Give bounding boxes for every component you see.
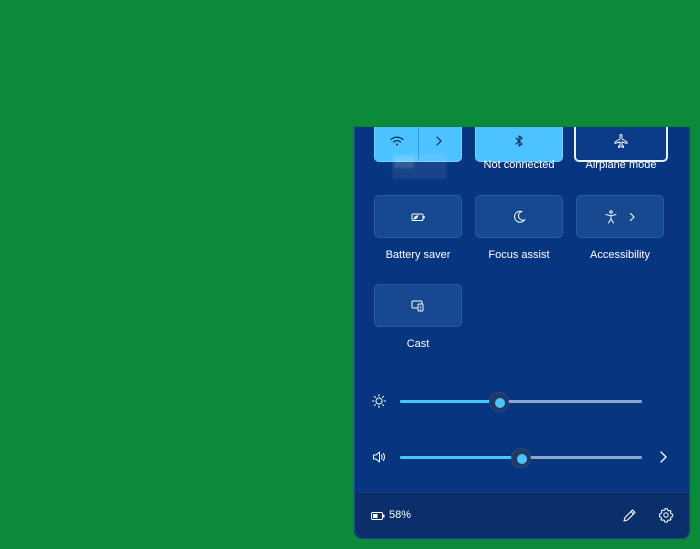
- brightness-slider-fill: [400, 400, 500, 403]
- volume-slider-row: [371, 447, 671, 468]
- battery-saver-tile[interactable]: [374, 195, 462, 238]
- pencil-icon: [623, 509, 636, 522]
- chevron-right-icon: [660, 451, 667, 463]
- volume-slider[interactable]: [400, 448, 642, 468]
- sun-icon: [371, 393, 387, 409]
- moon-icon: [514, 210, 526, 223]
- brightness-slider[interactable]: [400, 392, 642, 412]
- accessibility-tile[interactable]: [576, 195, 664, 238]
- volume-slider-fill: [400, 456, 521, 459]
- cast-tile-label: Cast: [406, 338, 430, 350]
- settings-button[interactable]: [657, 506, 675, 524]
- volume-output-button[interactable]: [655, 449, 671, 465]
- focus-assist-tile[interactable]: [475, 195, 563, 238]
- bluetooth-icon: [515, 134, 523, 147]
- accessibility-tile-label: Accessibility: [590, 249, 650, 261]
- gear-icon: [659, 508, 674, 523]
- accessibility-icon: [605, 209, 617, 223]
- focus-assist-tile-label: Focus assist: [488, 249, 550, 261]
- chevron-right-icon: [436, 135, 442, 146]
- chevron-right-icon: [629, 212, 635, 221]
- cast-tile[interactable]: [374, 284, 462, 327]
- battery-percentage: 58%: [389, 509, 412, 521]
- quick-settings-footer: 58%: [355, 492, 689, 538]
- battery-icon[interactable]: [370, 508, 386, 524]
- brightness-slider-thumb[interactable]: [489, 392, 510, 412]
- speaker-icon[interactable]: [371, 449, 387, 465]
- battery-saver-icon: [411, 213, 425, 221]
- bluetooth-tile-label: Not connected: [483, 159, 555, 171]
- volume-slider-thumb[interactable]: [511, 448, 531, 468]
- brightness-slider-row: [371, 391, 671, 412]
- wifi-network-name-blurred: [392, 154, 447, 179]
- battery-saver-tile-label: Battery saver: [385, 249, 451, 261]
- desktop-background: { "quick_settings": { "tiles": [ {"name"…: [0, 0, 700, 549]
- edit-quick-settings-button[interactable]: [621, 506, 639, 524]
- airplane-mode-tile[interactable]: [574, 127, 668, 162]
- quick-settings-panel: Not connected Airplane mode Battery save…: [354, 127, 690, 539]
- bluetooth-tile[interactable]: [475, 127, 563, 162]
- cast-icon: [411, 300, 424, 311]
- airplane-mode-tile-label: Airplane mode: [585, 159, 657, 171]
- airplane-icon: [614, 133, 628, 148]
- wifi-icon: [389, 136, 404, 145]
